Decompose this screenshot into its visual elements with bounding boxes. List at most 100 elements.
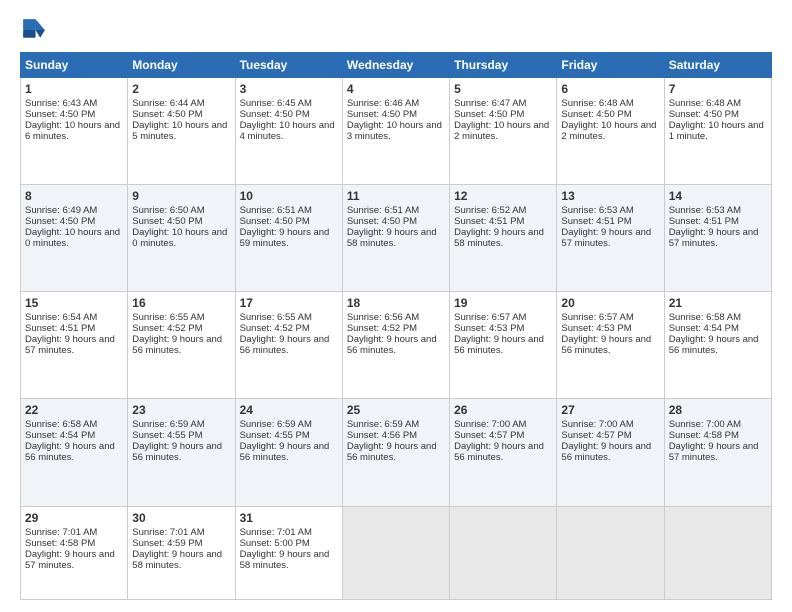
sunset-label: Sunset: 4:52 PM [347, 323, 417, 334]
sunrise-label: Sunrise: 7:00 AM [669, 419, 741, 430]
day-number: 19 [454, 296, 552, 310]
daylight-label: Daylight: 9 hours and 59 minutes. [240, 227, 330, 249]
sunset-label: Sunset: 4:57 PM [561, 430, 631, 441]
daylight-label: Daylight: 9 hours and 56 minutes. [347, 334, 437, 356]
calendar-table: SundayMondayTuesdayWednesdayThursdayFrid… [20, 52, 772, 600]
sunset-label: Sunset: 4:52 PM [240, 323, 310, 334]
day-number: 10 [240, 189, 338, 203]
cal-cell: 6 Sunrise: 6:48 AM Sunset: 4:50 PM Dayli… [557, 78, 664, 185]
sunrise-label: Sunrise: 6:44 AM [132, 98, 204, 109]
sunset-label: Sunset: 4:56 PM [347, 430, 417, 441]
day-header-friday: Friday [557, 53, 664, 78]
day-number: 9 [132, 189, 230, 203]
sunset-label: Sunset: 4:50 PM [347, 109, 417, 120]
sunrise-label: Sunrise: 6:55 AM [132, 312, 204, 323]
day-number: 28 [669, 403, 767, 417]
daylight-label: Daylight: 10 hours and 2 minutes. [561, 120, 656, 142]
sunrise-label: Sunrise: 6:58 AM [25, 419, 97, 430]
daylight-label: Daylight: 9 hours and 56 minutes. [454, 441, 544, 463]
daylight-label: Daylight: 9 hours and 57 minutes. [25, 549, 115, 571]
sunrise-label: Sunrise: 6:49 AM [25, 205, 97, 216]
day-header-tuesday: Tuesday [235, 53, 342, 78]
sunrise-label: Sunrise: 6:59 AM [347, 419, 419, 430]
cal-cell: 31 Sunrise: 7:01 AM Sunset: 5:00 PM Dayl… [235, 506, 342, 599]
day-number: 11 [347, 189, 445, 203]
day-number: 23 [132, 403, 230, 417]
sunrise-label: Sunrise: 6:55 AM [240, 312, 312, 323]
sunrise-label: Sunrise: 6:57 AM [561, 312, 633, 323]
sunrise-label: Sunrise: 6:52 AM [454, 205, 526, 216]
daylight-label: Daylight: 9 hours and 56 minutes. [561, 334, 651, 356]
sunset-label: Sunset: 4:50 PM [25, 109, 95, 120]
cal-cell: 19 Sunrise: 6:57 AM Sunset: 4:53 PM Dayl… [450, 292, 557, 399]
logo-icon [20, 16, 48, 44]
cal-cell: 12 Sunrise: 6:52 AM Sunset: 4:51 PM Dayl… [450, 185, 557, 292]
sunrise-label: Sunrise: 7:01 AM [132, 527, 204, 538]
daylight-label: Daylight: 9 hours and 58 minutes. [132, 549, 222, 571]
sunset-label: Sunset: 4:50 PM [669, 109, 739, 120]
sunset-label: Sunset: 4:54 PM [25, 430, 95, 441]
sunset-label: Sunset: 4:55 PM [240, 430, 310, 441]
sunset-label: Sunset: 4:50 PM [25, 216, 95, 227]
cal-cell: 23 Sunrise: 6:59 AM Sunset: 4:55 PM Dayl… [128, 399, 235, 506]
day-number: 4 [347, 82, 445, 96]
sunrise-label: Sunrise: 6:51 AM [347, 205, 419, 216]
sunset-label: Sunset: 4:52 PM [132, 323, 202, 334]
day-number: 15 [25, 296, 123, 310]
daylight-label: Daylight: 9 hours and 56 minutes. [25, 441, 115, 463]
sunrise-label: Sunrise: 7:01 AM [240, 527, 312, 538]
cal-cell: 10 Sunrise: 6:51 AM Sunset: 4:50 PM Dayl… [235, 185, 342, 292]
cal-cell: 14 Sunrise: 6:53 AM Sunset: 4:51 PM Dayl… [664, 185, 771, 292]
cal-cell: 17 Sunrise: 6:55 AM Sunset: 4:52 PM Dayl… [235, 292, 342, 399]
sunrise-label: Sunrise: 6:45 AM [240, 98, 312, 109]
sunrise-label: Sunrise: 6:51 AM [240, 205, 312, 216]
day-number: 18 [347, 296, 445, 310]
sunset-label: Sunset: 4:50 PM [240, 216, 310, 227]
day-number: 16 [132, 296, 230, 310]
sunset-label: Sunset: 4:50 PM [454, 109, 524, 120]
sunrise-label: Sunrise: 6:48 AM [561, 98, 633, 109]
day-number: 29 [25, 511, 123, 525]
sunset-label: Sunset: 4:55 PM [132, 430, 202, 441]
day-number: 3 [240, 82, 338, 96]
day-header-thursday: Thursday [450, 53, 557, 78]
sunrise-label: Sunrise: 7:01 AM [25, 527, 97, 538]
sunset-label: Sunset: 4:50 PM [347, 216, 417, 227]
cal-cell: 29 Sunrise: 7:01 AM Sunset: 4:58 PM Dayl… [21, 506, 128, 599]
daylight-label: Daylight: 9 hours and 57 minutes. [669, 227, 759, 249]
cal-cell: 18 Sunrise: 6:56 AM Sunset: 4:52 PM Dayl… [342, 292, 449, 399]
daylight-label: Daylight: 9 hours and 58 minutes. [240, 549, 330, 571]
daylight-label: Daylight: 9 hours and 58 minutes. [454, 227, 544, 249]
sunrise-label: Sunrise: 6:59 AM [132, 419, 204, 430]
daylight-label: Daylight: 9 hours and 56 minutes. [132, 334, 222, 356]
daylight-label: Daylight: 9 hours and 56 minutes. [561, 441, 651, 463]
cal-cell: 24 Sunrise: 6:59 AM Sunset: 4:55 PM Dayl… [235, 399, 342, 506]
daylight-label: Daylight: 9 hours and 57 minutes. [561, 227, 651, 249]
sunset-label: Sunset: 4:57 PM [454, 430, 524, 441]
day-number: 30 [132, 511, 230, 525]
daylight-label: Daylight: 10 hours and 3 minutes. [347, 120, 442, 142]
daylight-label: Daylight: 9 hours and 56 minutes. [240, 441, 330, 463]
logo [20, 16, 52, 44]
sunset-label: Sunset: 4:59 PM [132, 538, 202, 549]
day-number: 21 [669, 296, 767, 310]
day-number: 8 [25, 189, 123, 203]
cal-cell: 26 Sunrise: 7:00 AM Sunset: 4:57 PM Dayl… [450, 399, 557, 506]
sunrise-label: Sunrise: 7:00 AM [454, 419, 526, 430]
sunset-label: Sunset: 4:50 PM [132, 216, 202, 227]
cal-cell: 21 Sunrise: 6:58 AM Sunset: 4:54 PM Dayl… [664, 292, 771, 399]
sunrise-label: Sunrise: 6:47 AM [454, 98, 526, 109]
header-row: SundayMondayTuesdayWednesdayThursdayFrid… [21, 53, 772, 78]
cal-cell: 3 Sunrise: 6:45 AM Sunset: 4:50 PM Dayli… [235, 78, 342, 185]
sunrise-label: Sunrise: 6:43 AM [25, 98, 97, 109]
sunset-label: Sunset: 4:58 PM [669, 430, 739, 441]
cal-cell: 28 Sunrise: 7:00 AM Sunset: 4:58 PM Dayl… [664, 399, 771, 506]
sunrise-label: Sunrise: 6:57 AM [454, 312, 526, 323]
sunrise-label: Sunrise: 6:54 AM [25, 312, 97, 323]
cal-cell: 27 Sunrise: 7:00 AM Sunset: 4:57 PM Dayl… [557, 399, 664, 506]
day-number: 17 [240, 296, 338, 310]
day-number: 26 [454, 403, 552, 417]
daylight-label: Daylight: 10 hours and 5 minutes. [132, 120, 227, 142]
cal-cell: 4 Sunrise: 6:46 AM Sunset: 4:50 PM Dayli… [342, 78, 449, 185]
page: SundayMondayTuesdayWednesdayThursdayFrid… [0, 0, 792, 612]
